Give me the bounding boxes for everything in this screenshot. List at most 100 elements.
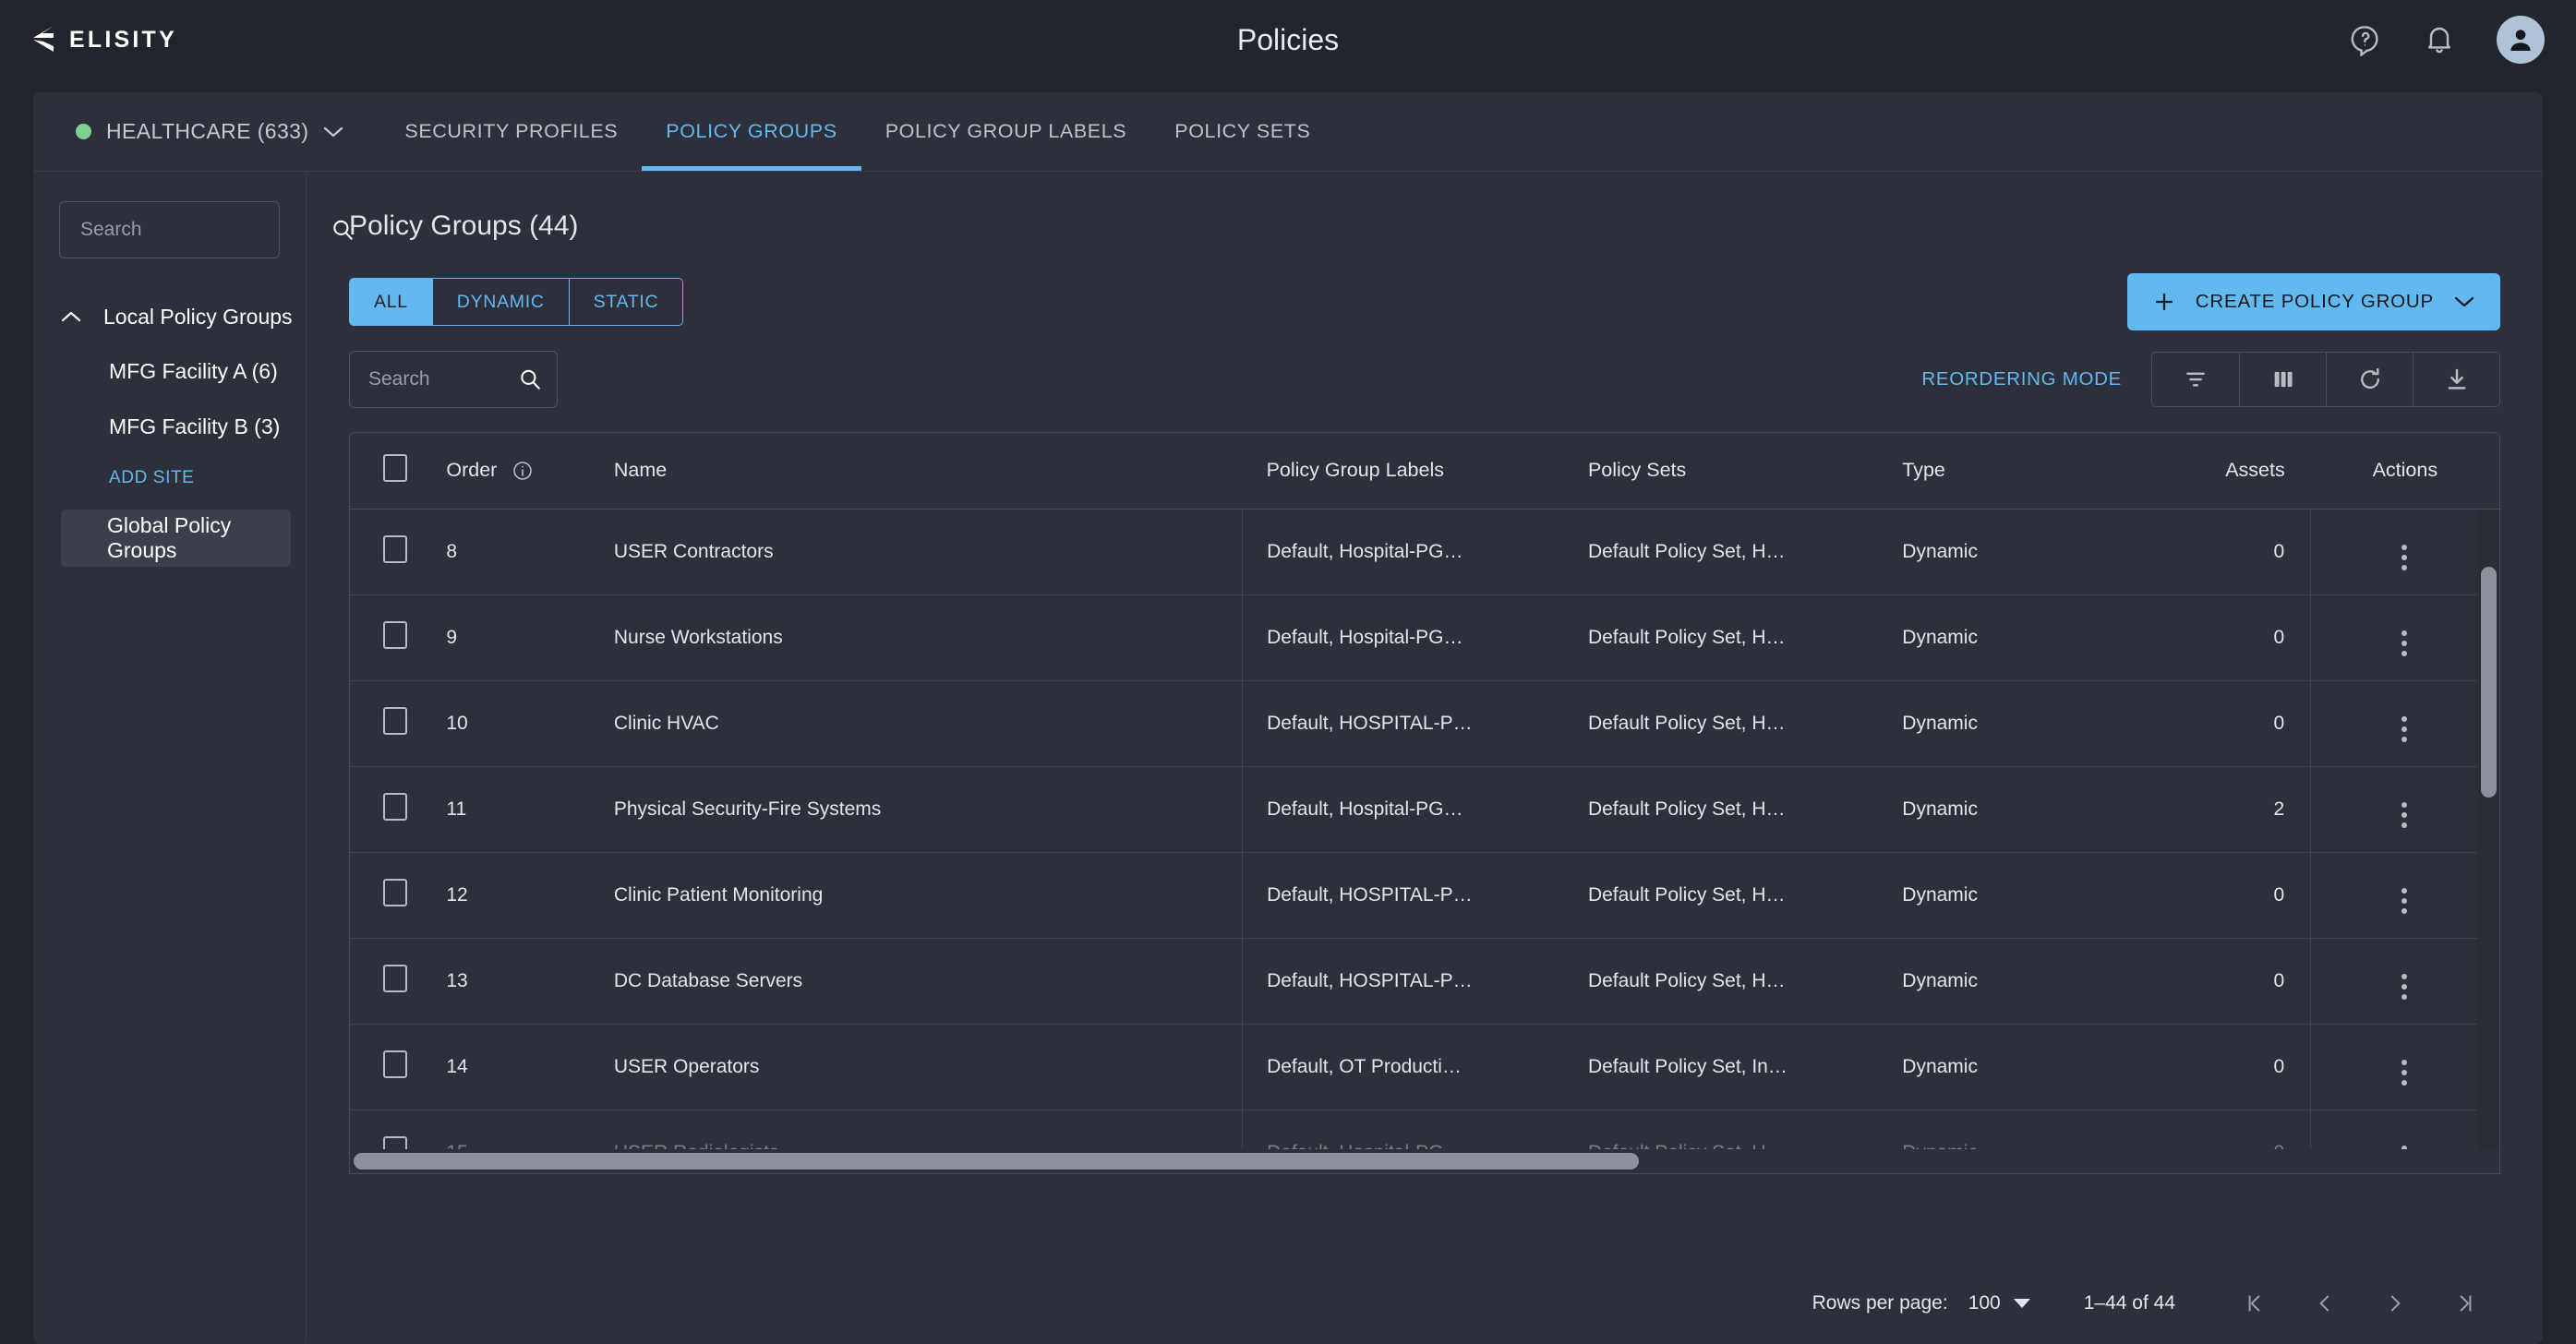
select-all-header: [350, 433, 447, 510]
create-policy-group-button[interactable]: CREATE POLICY GROUP: [2126, 273, 2500, 330]
first-page-icon[interactable]: [2220, 1276, 2290, 1331]
help-icon[interactable]: [2349, 23, 2382, 57]
table-row[interactable]: 10 Clinic HVAC Default, HOSPITAL-P… Defa…: [350, 680, 2499, 767]
table-row[interactable]: 14 USER Operators Default, OT Producti… …: [350, 1024, 2499, 1110]
sidebar-item-mfg-facility-a[interactable]: MFG Facility A (6): [33, 343, 306, 399]
cell-name: DC Database Servers: [613, 938, 1243, 1025]
search-icon: [518, 367, 542, 391]
table-body: 8 USER Contractors Default, Hospital-PG……: [350, 509, 2499, 1173]
sidebar-item-global-policy-groups[interactable]: Global Policy Groups: [61, 510, 291, 567]
horizontal-scrollbar-thumb[interactable]: [354, 1153, 1639, 1170]
tab-policy-sets[interactable]: POLICY SETS: [1150, 92, 1334, 171]
column-assets[interactable]: Assets: [2153, 433, 2311, 510]
cell-labels: Default, OT Producti…: [1242, 1024, 1588, 1110]
previous-page-icon[interactable]: [2290, 1276, 2360, 1331]
row-actions-menu-icon[interactable]: [2401, 630, 2409, 656]
sidebar: Local Policy Groups MFG Facility A (6) M…: [33, 172, 353, 1343]
row-checkbox[interactable]: [383, 706, 407, 735]
caret-down-icon: [2013, 1299, 2030, 1308]
row-checkbox[interactable]: [383, 534, 407, 563]
column-policy-group-labels[interactable]: Policy Group Labels: [1242, 433, 1588, 510]
table-row[interactable]: 8 USER Contractors Default, Hospital-PG……: [350, 509, 2499, 595]
row-actions-menu-icon[interactable]: [2401, 973, 2409, 1000]
section-title: Policy Groups (44): [349, 210, 579, 241]
filters-row: ALL DYNAMIC STATIC CREATE POLICY GROUP: [349, 273, 2500, 330]
rows-per-page-value: 100: [1968, 1292, 2001, 1314]
sidebar-search-input[interactable]: [80, 219, 331, 241]
select-all-checkbox[interactable]: [383, 453, 407, 482]
table-search-input[interactable]: [368, 368, 518, 390]
cell-actions: [2310, 594, 2499, 681]
page-title: Policies: [1236, 22, 1340, 56]
table-toolbar: REORDERING MODE: [349, 351, 2500, 408]
vertical-scrollbar-thumb[interactable]: [2481, 567, 2497, 798]
column-name[interactable]: Name: [613, 433, 1243, 510]
row-actions-menu-icon[interactable]: [2401, 715, 2409, 742]
policies-card: HEALTHCARE (633) SECURITY PROFILES POLIC…: [33, 92, 2543, 1344]
column-type[interactable]: Type: [1902, 433, 2154, 510]
row-actions-menu-icon[interactable]: [2401, 1059, 2409, 1086]
site-selector[interactable]: HEALTHCARE (633): [33, 92, 380, 171]
column-order[interactable]: Order: [446, 433, 614, 510]
table-row[interactable]: 11 Physical Security-Fire Systems Defaul…: [350, 766, 2499, 853]
last-page-icon[interactable]: [2430, 1276, 2500, 1331]
user-avatar[interactable]: [2497, 16, 2545, 64]
row-checkbox-cell: [350, 938, 447, 1025]
cell-name: Nurse Workstations: [613, 594, 1243, 681]
row-checkbox[interactable]: [383, 1050, 407, 1078]
cell-actions: [2310, 509, 2499, 595]
row-checkbox[interactable]: [383, 792, 407, 821]
table-row[interactable]: 9 Nurse Workstations Default, Hospital-P…: [350, 594, 2499, 681]
filter-dynamic[interactable]: DYNAMIC: [431, 278, 570, 326]
cell-name: USER Contractors: [613, 509, 1243, 595]
tab-policy-group-labels[interactable]: POLICY GROUP LABELS: [861, 92, 1151, 171]
column-policy-sets[interactable]: Policy Sets: [1587, 433, 1903, 510]
info-icon[interactable]: [512, 460, 534, 482]
cell-actions: [2310, 766, 2499, 853]
cell-assets: 0: [2153, 852, 2311, 939]
row-checkbox-cell: [350, 1024, 447, 1110]
filter-static[interactable]: STATIC: [568, 278, 684, 326]
row-actions-menu-icon[interactable]: [2401, 801, 2409, 828]
cell-actions: [2310, 1024, 2499, 1110]
columns-icon[interactable]: [2239, 353, 2326, 406]
pagination-controls: [2220, 1276, 2500, 1331]
sidebar-item-mfg-facility-b[interactable]: MFG Facility B (3): [33, 399, 306, 454]
row-checkbox-cell: [350, 852, 447, 939]
cell-labels: Default, Hospital-PG…: [1242, 594, 1588, 681]
sidebar-group-local-policy-groups[interactable]: Local Policy Groups: [33, 290, 306, 343]
cell-order: 8: [446, 509, 614, 595]
next-page-icon[interactable]: [2360, 1276, 2430, 1331]
cell-name: USER Operators: [613, 1024, 1243, 1110]
plus-icon: [2153, 291, 2175, 313]
cell-order: 12: [446, 852, 614, 939]
filter-all[interactable]: ALL: [349, 278, 433, 326]
notifications-bell-icon[interactable]: [2423, 23, 2456, 56]
reordering-mode-button[interactable]: REORDERING MODE: [1921, 368, 2122, 390]
row-checkbox[interactable]: [383, 620, 407, 649]
cell-labels: Default, HOSPITAL-P…: [1242, 852, 1588, 939]
pagination-range: 1–44 of 44: [2083, 1292, 2175, 1314]
row-checkbox[interactable]: [383, 878, 407, 906]
add-site-button[interactable]: ADD SITE: [33, 454, 306, 502]
row-checkbox[interactable]: [383, 964, 407, 992]
row-actions-menu-icon[interactable]: [2401, 887, 2409, 914]
cell-type: Dynamic: [1902, 1024, 2154, 1110]
table-row[interactable]: 13 DC Database Servers Default, HOSPITAL…: [350, 938, 2499, 1025]
cell-policy-sets: Default Policy Set, H…: [1587, 680, 1903, 767]
row-checkbox-cell: [350, 509, 447, 595]
refresh-icon[interactable]: [2326, 353, 2413, 406]
tab-security-profiles[interactable]: SECURITY PROFILES: [380, 92, 642, 171]
policy-groups-table-container: Order Name Policy Group Labels Policy Se…: [349, 432, 2500, 1174]
cell-order: 10: [446, 680, 614, 767]
rows-per-page-select[interactable]: 100: [1968, 1292, 2030, 1314]
table-row[interactable]: 12 Clinic Patient Monitoring Default, HO…: [350, 852, 2499, 939]
cell-assets: 0: [2153, 938, 2311, 1025]
filter-icon[interactable]: [2152, 353, 2239, 406]
sidebar-search[interactable]: [59, 201, 353, 258]
table-search[interactable]: [349, 351, 558, 408]
row-actions-menu-icon[interactable]: [2401, 544, 2409, 570]
download-icon[interactable]: [2413, 353, 2499, 406]
table-pagination: Rows per page: 100 1–44 of 44: [349, 1264, 2500, 1343]
tab-policy-groups[interactable]: POLICY GROUPS: [642, 92, 862, 171]
